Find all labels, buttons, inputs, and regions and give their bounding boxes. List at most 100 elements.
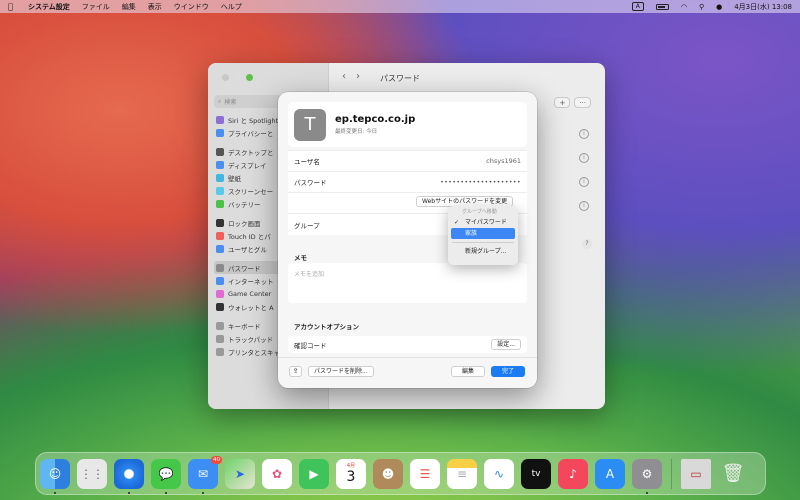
keyboard-icon bbox=[216, 321, 224, 330]
memo-placeholder: メモを追加 bbox=[294, 271, 325, 278]
messages-icon[interactable]: 💬 bbox=[151, 458, 181, 494]
users-icon bbox=[216, 244, 224, 253]
system-settings-icon[interactable]: ⚙ bbox=[632, 458, 662, 494]
username-row[interactable]: ユーザ名 chsys1961 bbox=[288, 150, 527, 171]
password-label: パスワード bbox=[294, 179, 327, 187]
dock-separator bbox=[671, 458, 672, 489]
close-button[interactable] bbox=[222, 74, 229, 81]
last-modified: 最終変更日: 今日 bbox=[335, 129, 378, 135]
key-icon bbox=[216, 263, 224, 272]
account-options-label: アカウントオプション bbox=[294, 323, 359, 331]
game-center-icon bbox=[216, 289, 224, 298]
more-options-button[interactable]: ··· bbox=[574, 97, 591, 108]
facetime-icon[interactable]: ▶ bbox=[299, 458, 329, 489]
search-icon: ⌕ bbox=[218, 97, 222, 105]
siri-icon bbox=[216, 115, 224, 124]
at-icon bbox=[216, 276, 224, 285]
menu-view[interactable]: 表示 bbox=[148, 2, 162, 12]
done-button[interactable]: 完了 bbox=[491, 366, 525, 377]
battery-icon[interactable] bbox=[655, 3, 669, 10]
hand-icon bbox=[216, 128, 224, 137]
siri-icon[interactable]: ● bbox=[716, 3, 722, 11]
fingerprint-icon bbox=[216, 231, 224, 240]
notes-icon[interactable]: ≡ bbox=[447, 458, 477, 489]
minimize-button[interactable] bbox=[234, 74, 241, 81]
group-label: グループ bbox=[294, 221, 320, 230]
group-option-my-passwords[interactable]: ✓ マイパスワード bbox=[451, 217, 515, 228]
info-icon[interactable]: i bbox=[579, 201, 589, 211]
trackpad-icon bbox=[216, 334, 224, 343]
input-source-indicator[interactable]: A bbox=[631, 2, 644, 11]
info-icon[interactable]: i bbox=[579, 177, 589, 187]
desktop-icon bbox=[216, 147, 224, 156]
screensaver-icon bbox=[216, 186, 224, 195]
lock-icon bbox=[216, 218, 224, 227]
printer-icon bbox=[216, 347, 224, 356]
finder-icon[interactable]: ☺ bbox=[40, 458, 70, 494]
control-center-icon[interactable]: ⚲ bbox=[699, 3, 704, 11]
edit-button[interactable]: 編集 bbox=[451, 366, 485, 377]
info-icon[interactable]: i bbox=[579, 153, 589, 163]
share-icon: ⇪ bbox=[292, 367, 299, 375]
maps-icon[interactable]: ➤ bbox=[225, 458, 255, 489]
site-title: ep.tepco.co.jp bbox=[335, 114, 416, 125]
battery-icon bbox=[216, 199, 224, 208]
photos-icon[interactable]: ✿ bbox=[262, 458, 292, 489]
verification-code-row: 確認コード 設定... bbox=[288, 336, 527, 353]
calendar-icon[interactable]: 4月 3 bbox=[336, 458, 366, 489]
menu-window[interactable]: ウインドウ bbox=[174, 2, 209, 12]
mail-icon[interactable]: ✉ 40 bbox=[188, 455, 222, 494]
info-icon[interactable]: i bbox=[579, 129, 589, 139]
memo-label: メモ bbox=[294, 254, 307, 262]
menu-separator bbox=[452, 242, 514, 243]
site-avatar: T bbox=[294, 108, 326, 141]
menu-app-name[interactable]: システム設定 bbox=[28, 2, 70, 12]
sidebar-search-placeholder: 検索 bbox=[224, 99, 237, 106]
checkmark-icon: ✓ bbox=[454, 219, 460, 226]
verification-code-label: 確認コード bbox=[294, 341, 327, 350]
menu-edit[interactable]: 編集 bbox=[122, 2, 136, 12]
setup-code-button[interactable]: 設定... bbox=[491, 339, 521, 350]
preview-thumbnail-icon[interactable]: ▭ bbox=[681, 458, 711, 489]
launchpad-icon[interactable]: ⋮⋮ bbox=[77, 458, 107, 489]
forward-arrow-icon[interactable]: › bbox=[356, 71, 360, 82]
menu-help[interactable]: ヘルプ bbox=[221, 2, 242, 12]
app-store-icon[interactable]: A bbox=[595, 458, 625, 489]
display-icon bbox=[216, 160, 224, 169]
add-password-button[interactable]: + bbox=[554, 97, 571, 108]
wallpaper-icon bbox=[216, 173, 224, 182]
password-row[interactable]: パスワード •••••••••••••••••••• bbox=[288, 171, 527, 192]
window-controls bbox=[222, 74, 253, 81]
reminders-icon[interactable]: ☰ bbox=[410, 458, 440, 489]
username-value: chsys1961 bbox=[486, 157, 521, 165]
contacts-icon[interactable]: ☻ bbox=[373, 458, 403, 489]
password-header: T ep.tepco.co.jp 最終変更日: 今日 bbox=[288, 102, 527, 147]
mail-badge: 40 bbox=[211, 455, 222, 464]
page-title: パスワード bbox=[380, 74, 420, 83]
apple-menu-icon[interactable]:  bbox=[8, 2, 18, 11]
zoom-button[interactable] bbox=[246, 74, 253, 81]
menu-bar:  システム設定 ファイル 編集 表示 ウインドウ ヘルプ A ◠ ⚲ ● 4月… bbox=[0, 0, 800, 13]
menu-file[interactable]: ファイル bbox=[82, 2, 110, 12]
memo-field[interactable]: メモを追加 bbox=[288, 263, 527, 303]
group-option-family[interactable]: 家族 bbox=[451, 228, 515, 239]
group-dropdown-menu: グループへ移動 ✓ マイパスワード 家族 新規グループ... bbox=[448, 206, 518, 265]
safari-icon[interactable]: ✦ bbox=[114, 458, 144, 494]
menu-clock[interactable]: 4月3日(水) 13:08 bbox=[734, 2, 792, 12]
freeform-icon[interactable]: ∿ bbox=[484, 458, 514, 489]
wifi-icon[interactable]: ◠ bbox=[681, 3, 687, 11]
music-icon[interactable]: ♪ bbox=[558, 458, 588, 489]
group-option-new-group[interactable]: 新規グループ... bbox=[451, 246, 515, 257]
username-label: ユーザ名 bbox=[294, 158, 320, 166]
dock: ☺ ⋮⋮ ✦ 💬 ✉ 40 ➤ ✿ ▶ 4月 3 ☻ ☰ ≡ ∿ tv ♪ A ⚙… bbox=[35, 452, 766, 495]
apple-tv-icon[interactable]: tv bbox=[521, 458, 551, 489]
back-arrow-icon[interactable]: ‹ bbox=[342, 71, 346, 82]
menu-extras: A ◠ ⚲ ● 4月3日(水) 13:08 bbox=[631, 2, 792, 12]
trash-icon[interactable]: 🗑 bbox=[718, 459, 748, 489]
delete-password-button[interactable]: パスワードを削除... bbox=[308, 366, 374, 377]
share-button[interactable]: ⇪ bbox=[289, 366, 302, 377]
group-menu-header: グループへ移動 bbox=[462, 209, 497, 215]
help-button[interactable]: ? bbox=[582, 239, 592, 249]
password-value: •••••••••••••••••••• bbox=[440, 178, 521, 186]
passwords-toolbar: + ··· bbox=[554, 97, 591, 108]
